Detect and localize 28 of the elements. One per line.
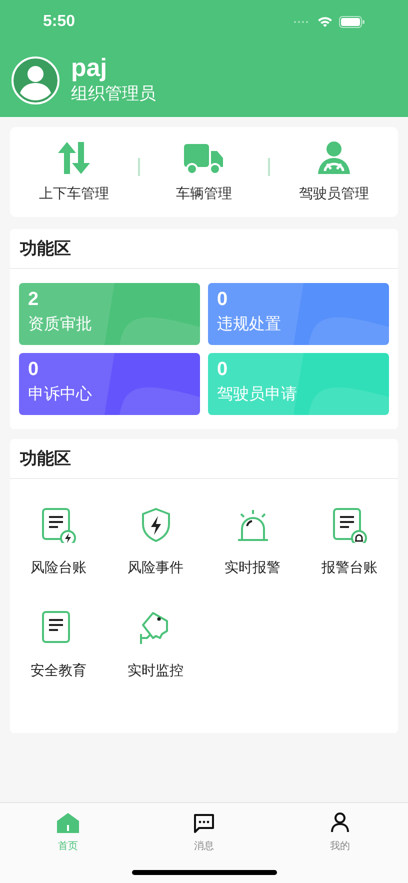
function-button[interactable]: 实时报警 xyxy=(204,507,301,578)
truck-icon xyxy=(184,142,224,174)
function-button[interactable]: 风险事件 xyxy=(107,507,204,578)
home-icon xyxy=(57,813,79,833)
section-title: 功能区 xyxy=(20,238,71,260)
ledger-bolt-icon xyxy=(40,507,76,543)
message-icon xyxy=(193,813,215,833)
function-button[interactable]: 安全教育 xyxy=(10,610,107,681)
function-button[interactable]: 实时监控 xyxy=(107,610,204,681)
function-button[interactable]: 风险台账 xyxy=(10,507,107,578)
tab-button[interactable]: 消息 xyxy=(136,806,272,854)
function-button[interactable]: 报警台账 xyxy=(301,507,398,578)
ledger-alarm-icon xyxy=(332,507,368,543)
driver-icon xyxy=(317,140,351,174)
user-name: paj xyxy=(71,54,108,82)
quick-action-button[interactable]: 车辆管理 xyxy=(140,140,268,204)
battery-icon xyxy=(339,16,365,28)
section-title: 功能区 xyxy=(20,448,71,470)
signal-icon xyxy=(293,20,311,24)
status-time: 5:50 xyxy=(43,12,76,32)
wifi-icon xyxy=(317,16,333,28)
avatar-icon[interactable] xyxy=(11,56,60,104)
user-role: 组织管理员 xyxy=(71,83,156,105)
arrows-icon xyxy=(57,140,91,174)
quick-action-button[interactable]: 上下车管理 xyxy=(10,140,138,204)
stat-card[interactable]: 0 申诉中心 xyxy=(19,353,200,415)
quick-action-button[interactable]: 驾驶员管理 xyxy=(270,140,398,204)
person-icon xyxy=(331,812,349,833)
